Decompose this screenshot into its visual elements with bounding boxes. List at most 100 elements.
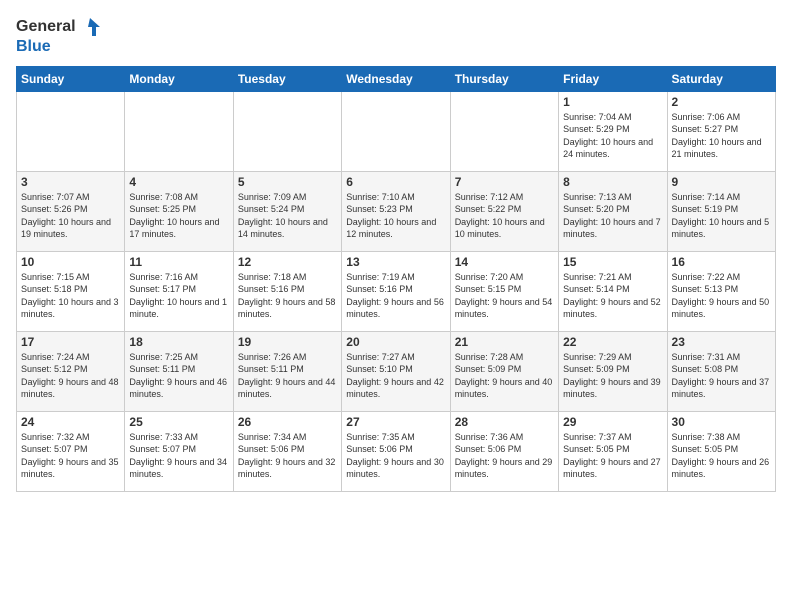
weekday-header-row: SundayMondayTuesdayWednesdayThursdayFrid… — [17, 66, 776, 91]
calendar-cell: 12Sunrise: 7:18 AM Sunset: 5:16 PM Dayli… — [233, 251, 341, 331]
day-number: 6 — [346, 175, 445, 189]
cell-content: Sunrise: 7:10 AM Sunset: 5:23 PM Dayligh… — [346, 191, 445, 241]
calendar-cell: 2 Sunrise: 7:06 AM Sunset: 5:27 PM Daylig… — [667, 91, 775, 171]
cell-content: Sunrise: 7:31 AM Sunset: 5:08 PM Dayligh… — [672, 351, 771, 401]
logo-bird-icon — [78, 16, 100, 38]
cell-content: Sunrise: 7:22 AM Sunset: 5:13 PM Dayligh… — [672, 271, 771, 321]
week-row-1: 1Sunrise: 7:04 AM Sunset: 5:29 PM Daylig… — [17, 91, 776, 171]
calendar-cell: 21Sunrise: 7:28 AM Sunset: 5:09 PM Dayli… — [450, 331, 558, 411]
cell-content: Sunrise: 7:24 AM Sunset: 5:12 PM Dayligh… — [21, 351, 120, 401]
cell-content: Sunrise: 7:15 AM Sunset: 5:18 PM Dayligh… — [21, 271, 120, 321]
calendar-cell: 22Sunrise: 7:29 AM Sunset: 5:09 PM Dayli… — [559, 331, 667, 411]
cell-content: Sunrise: 7:27 AM Sunset: 5:10 PM Dayligh… — [346, 351, 445, 401]
day-number: 4 — [129, 175, 228, 189]
calendar-cell: 23 Sunrise: 7:31 AM Sunset: 5:08 PM Dayli… — [667, 331, 775, 411]
day-number: 13 — [346, 255, 445, 269]
calendar-cell: 24 Sunrise: 7:32 AM Sunset: 5:07 PM Dayli… — [17, 411, 125, 491]
cell-content: Sunrise: 7:21 AM Sunset: 5:14 PM Dayligh… — [563, 271, 662, 321]
day-number: 15 — [563, 255, 662, 269]
day-number: 28 — [455, 415, 554, 429]
calendar-cell: 5 Sunrise: 7:09 AM Sunset: 5:24 PM Daylig… — [233, 171, 341, 251]
calendar-cell: 25 Sunrise: 7:33 AM Sunset: 5:07 PM Dayli… — [125, 411, 233, 491]
logo-blue: Blue — [16, 38, 51, 56]
weekday-header-monday: Monday — [125, 66, 233, 91]
day-number: 26 — [238, 415, 337, 429]
day-number: 3 — [21, 175, 120, 189]
week-row-2: 3 Sunrise: 7:07 AM Sunset: 5:26 PM Daylig… — [17, 171, 776, 251]
weekday-header-sunday: Sunday — [17, 66, 125, 91]
calendar-cell: 29 Sunrise: 7:37 AM Sunset: 5:05 PM Dayli… — [559, 411, 667, 491]
cell-content: Sunrise: 7:34 AM Sunset: 5:06 PM Dayligh… — [238, 431, 337, 481]
calendar-cell: 11 Sunrise: 7:16 AM Sunset: 5:17 PM Dayli… — [125, 251, 233, 331]
calendar-cell: 3 Sunrise: 7:07 AM Sunset: 5:26 PM Daylig… — [17, 171, 125, 251]
weekday-header-saturday: Saturday — [667, 66, 775, 91]
day-number: 16 — [672, 255, 771, 269]
calendar-cell — [233, 91, 341, 171]
calendar-cell: 9 Sunrise: 7:14 AM Sunset: 5:19 PM Daylig… — [667, 171, 775, 251]
cell-content: Sunrise: 7:04 AM Sunset: 5:29 PM Dayligh… — [563, 111, 662, 161]
calendar-cell: 30 Sunrise: 7:38 AM Sunset: 5:05 PM Dayli… — [667, 411, 775, 491]
day-number: 20 — [346, 335, 445, 349]
cell-content: Sunrise: 7:19 AM Sunset: 5:16 PM Dayligh… — [346, 271, 445, 321]
calendar-cell: 8 Sunrise: 7:13 AM Sunset: 5:20 PM Daylig… — [559, 171, 667, 251]
calendar-cell: 27Sunrise: 7:35 AM Sunset: 5:06 PM Dayli… — [342, 411, 450, 491]
day-number: 30 — [672, 415, 771, 429]
day-number: 8 — [563, 175, 662, 189]
day-number: 18 — [129, 335, 228, 349]
cell-content: Sunrise: 7:33 AM Sunset: 5:07 PM Dayligh… — [129, 431, 228, 481]
week-row-3: 10Sunrise: 7:15 AM Sunset: 5:18 PM Dayli… — [17, 251, 776, 331]
cell-content: Sunrise: 7:12 AM Sunset: 5:22 PM Dayligh… — [455, 191, 554, 241]
calendar-cell: 10Sunrise: 7:15 AM Sunset: 5:18 PM Dayli… — [17, 251, 125, 331]
day-number: 23 — [672, 335, 771, 349]
day-number: 9 — [672, 175, 771, 189]
calendar-container: General Blue SundayMondayTuesdayWednesda… — [0, 0, 792, 500]
cell-content: Sunrise: 7:08 AM Sunset: 5:25 PM Dayligh… — [129, 191, 228, 241]
calendar-cell: 14 Sunrise: 7:20 AM Sunset: 5:15 PM Dayli… — [450, 251, 558, 331]
calendar-cell: 16 Sunrise: 7:22 AM Sunset: 5:13 PM Dayli… — [667, 251, 775, 331]
week-row-5: 24 Sunrise: 7:32 AM Sunset: 5:07 PM Dayli… — [17, 411, 776, 491]
cell-content: Sunrise: 7:28 AM Sunset: 5:09 PM Dayligh… — [455, 351, 554, 401]
cell-content: Sunrise: 7:07 AM Sunset: 5:26 PM Dayligh… — [21, 191, 120, 241]
day-number: 22 — [563, 335, 662, 349]
logo: General Blue — [16, 16, 100, 56]
day-number: 25 — [129, 415, 228, 429]
calendar-cell — [450, 91, 558, 171]
cell-content: Sunrise: 7:13 AM Sunset: 5:20 PM Dayligh… — [563, 191, 662, 241]
cell-content: Sunrise: 7:18 AM Sunset: 5:16 PM Dayligh… — [238, 271, 337, 321]
weekday-header-wednesday: Wednesday — [342, 66, 450, 91]
day-number: 24 — [21, 415, 120, 429]
calendar-cell: 7Sunrise: 7:12 AM Sunset: 5:22 PM Daylig… — [450, 171, 558, 251]
calendar-cell — [125, 91, 233, 171]
day-number: 29 — [563, 415, 662, 429]
weekday-header-friday: Friday — [559, 66, 667, 91]
calendar-cell: 4 Sunrise: 7:08 AM Sunset: 5:25 PM Daylig… — [125, 171, 233, 251]
calendar-cell — [342, 91, 450, 171]
cell-content: Sunrise: 7:09 AM Sunset: 5:24 PM Dayligh… — [238, 191, 337, 241]
day-number: 2 — [672, 95, 771, 109]
cell-content: Sunrise: 7:25 AM Sunset: 5:11 PM Dayligh… — [129, 351, 228, 401]
day-number: 5 — [238, 175, 337, 189]
logo-general: General — [16, 18, 76, 36]
weekday-header-thursday: Thursday — [450, 66, 558, 91]
cell-content: Sunrise: 7:14 AM Sunset: 5:19 PM Dayligh… — [672, 191, 771, 241]
day-number: 17 — [21, 335, 120, 349]
cell-content: Sunrise: 7:06 AM Sunset: 5:27 PM Dayligh… — [672, 111, 771, 161]
cell-content: Sunrise: 7:26 AM Sunset: 5:11 PM Dayligh… — [238, 351, 337, 401]
calendar-cell: 26 Sunrise: 7:34 AM Sunset: 5:06 PM Dayli… — [233, 411, 341, 491]
cell-content: Sunrise: 7:35 AM Sunset: 5:06 PM Dayligh… — [346, 431, 445, 481]
cell-content: Sunrise: 7:20 AM Sunset: 5:15 PM Dayligh… — [455, 271, 554, 321]
day-number: 11 — [129, 255, 228, 269]
cell-content: Sunrise: 7:38 AM Sunset: 5:05 PM Dayligh… — [672, 431, 771, 481]
week-row-4: 17 Sunrise: 7:24 AM Sunset: 5:12 PM Dayli… — [17, 331, 776, 411]
calendar-cell: 15 Sunrise: 7:21 AM Sunset: 5:14 PM Dayli… — [559, 251, 667, 331]
calendar-cell: 6 Sunrise: 7:10 AM Sunset: 5:23 PM Daylig… — [342, 171, 450, 251]
cell-content: Sunrise: 7:37 AM Sunset: 5:05 PM Dayligh… — [563, 431, 662, 481]
calendar-cell: 1Sunrise: 7:04 AM Sunset: 5:29 PM Daylig… — [559, 91, 667, 171]
cell-content: Sunrise: 7:32 AM Sunset: 5:07 PM Dayligh… — [21, 431, 120, 481]
day-number: 19 — [238, 335, 337, 349]
day-number: 14 — [455, 255, 554, 269]
calendar-cell: 19 Sunrise: 7:26 AM Sunset: 5:11 PM Dayli… — [233, 331, 341, 411]
cell-content: Sunrise: 7:16 AM Sunset: 5:17 PM Dayligh… — [129, 271, 228, 321]
calendar-cell: 20 Sunrise: 7:27 AM Sunset: 5:10 PM Dayli… — [342, 331, 450, 411]
header: General Blue — [16, 16, 776, 56]
